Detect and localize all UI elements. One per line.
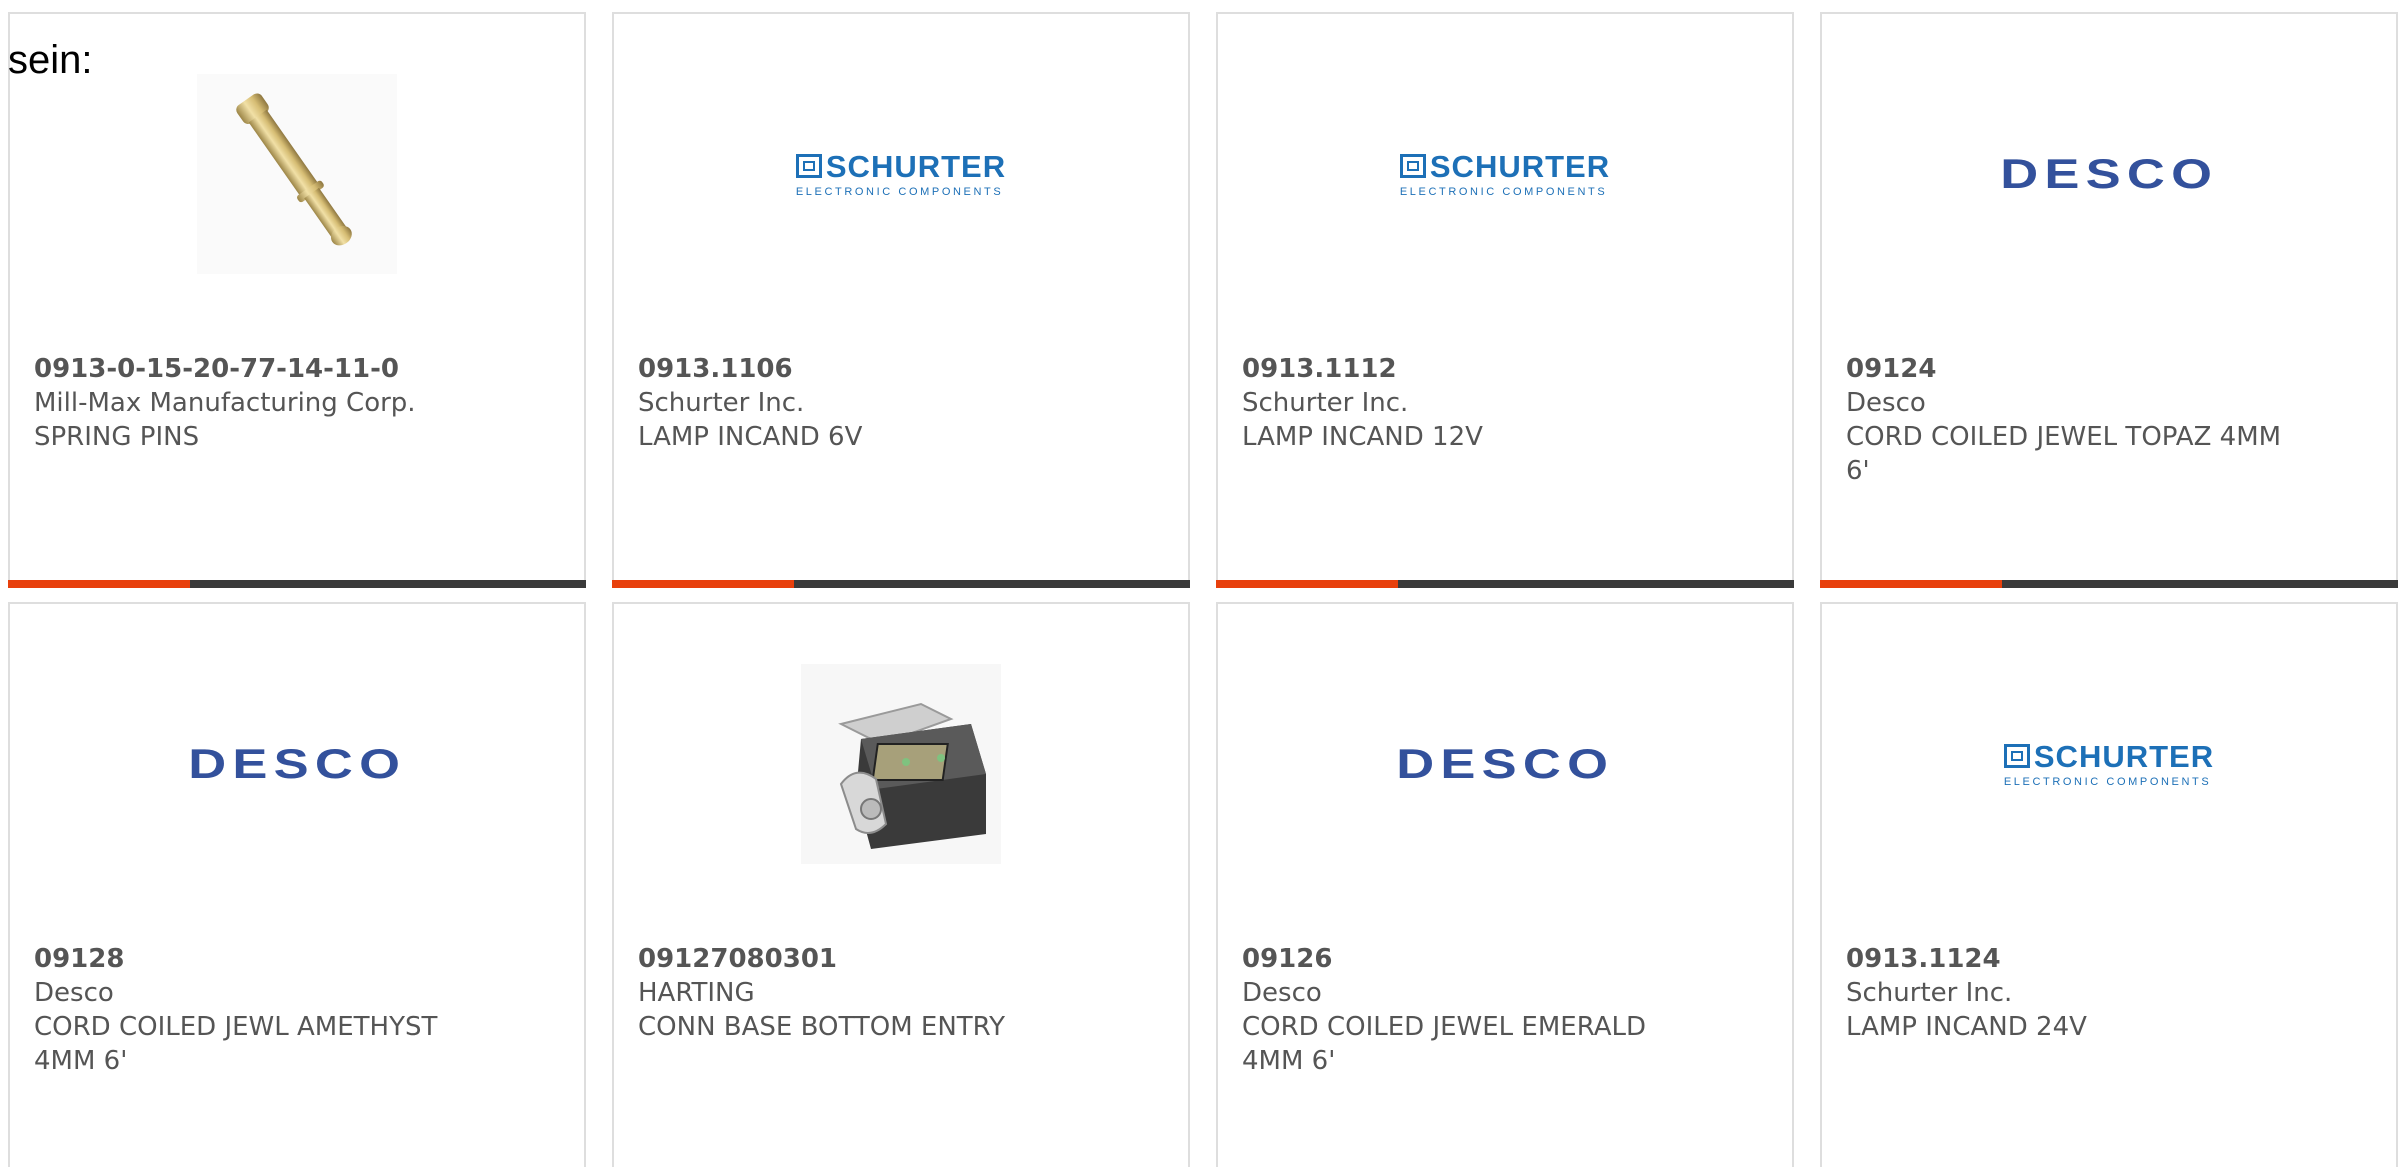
description: CONN BASE BOTTOM ENTRY: [638, 1012, 1005, 1042]
card-accent-bar: [1216, 580, 1398, 588]
connector-housing-image: [801, 664, 1001, 864]
manufacturer: Schurter Inc.: [1242, 388, 1409, 418]
product-image[interactable]: DESCO: [10, 664, 584, 864]
manufacturer: HARTING: [638, 978, 755, 1008]
card-footer-bar: [8, 580, 586, 588]
part-number[interactable]: 0913.1112: [1242, 352, 1768, 386]
product-card[interactable]: DESCO 09124 Desco CORD COILED JEWEL TOPA…: [1820, 12, 2398, 588]
manufacturer: Mill-Max Manufacturing Corp.: [34, 388, 416, 418]
desco-logo: DESCO: [1396, 740, 1614, 787]
schurter-mark-icon: [795, 154, 822, 178]
desco-logo: DESCO: [188, 740, 406, 787]
card-accent-bar: [8, 580, 190, 588]
product-meta: 09128 Desco CORD COILED JEWL AMETHYST 4M…: [34, 942, 560, 1078]
product-card[interactable]: SCHURTER ELECTRONIC COMPONENTS 0913.1112…: [1216, 12, 1794, 588]
product-meta: 0913.1124 Schurter Inc. LAMP INCAND 24V: [1846, 942, 2372, 1044]
part-number[interactable]: 0913-0-15-20-77-14-11-0: [34, 352, 560, 386]
product-meta: 09126 Desco CORD COILED JEWEL EMERALD 4M…: [1242, 942, 1768, 1078]
product-meta: 0913-0-15-20-77-14-11-0 Mill-Max Manufac…: [34, 352, 560, 454]
product-meta: 0913.1106 Schurter Inc. LAMP INCAND 6V: [638, 352, 1164, 454]
product-image[interactable]: DESCO: [1822, 74, 2396, 274]
product-meta: 0913.1112 Schurter Inc. LAMP INCAND 12V: [1242, 352, 1768, 454]
schurter-logo: SCHURTER ELECTRONIC COMPONENTS: [1399, 148, 1611, 198]
product-card[interactable]: SCHURTER ELECTRONIC COMPONENTS 0913.1124…: [1820, 602, 2398, 1167]
description: CORD COILED JEWEL TOPAZ 4MM 6': [1846, 422, 2282, 486]
schurter-logo: SCHURTER ELECTRONIC COMPONENTS: [2003, 738, 2215, 788]
description: SPRING PINS: [34, 422, 200, 452]
manufacturer: Schurter Inc.: [638, 388, 805, 418]
product-image[interactable]: [10, 74, 584, 274]
description: LAMP INCAND 24V: [1846, 1012, 2087, 1042]
part-number[interactable]: 09124: [1846, 352, 2372, 386]
part-number[interactable]: 0913.1124: [1846, 942, 2372, 976]
card-accent-bar: [1820, 580, 2002, 588]
description: CORD COILED JEWEL EMERALD 4MM 6': [1242, 1012, 1647, 1076]
product-card[interactable]: DESCO 09128 Desco CORD COILED JEWL AMETH…: [8, 602, 586, 1167]
product-meta: 09124 Desco CORD COILED JEWEL TOPAZ 4MM …: [1846, 352, 2372, 488]
desco-logo: DESCO: [2000, 150, 2218, 197]
spring-pin-image: [197, 74, 397, 274]
product-image[interactable]: DESCO: [1218, 664, 1792, 864]
product-card[interactable]: 0913-0-15-20-77-14-11-0 Mill-Max Manufac…: [8, 12, 586, 588]
product-image[interactable]: [614, 664, 1188, 864]
product-image[interactable]: SCHURTER ELECTRONIC COMPONENTS: [1218, 74, 1792, 274]
description: LAMP INCAND 6V: [638, 422, 863, 452]
manufacturer: Desco: [1242, 978, 1322, 1008]
schurter-logo: SCHURTER ELECTRONIC COMPONENTS: [795, 148, 1007, 198]
card-footer-bar: [1820, 580, 2398, 588]
intro-text: sein:: [8, 38, 93, 82]
card-accent-bar: [612, 580, 794, 588]
part-number[interactable]: 09126: [1242, 942, 1768, 976]
schurter-mark-icon: [2003, 744, 2030, 768]
part-number[interactable]: 09128: [34, 942, 560, 976]
product-card[interactable]: DESCO 09126 Desco CORD COILED JEWEL EMER…: [1216, 602, 1794, 1167]
schurter-mark-icon: [1399, 154, 1426, 178]
product-list-page: sein: 0913-0-15-20-77-14-11-0 Mill-Max M…: [0, 0, 2400, 1167]
description: CORD COILED JEWL AMETHYST 4MM 6': [34, 1012, 438, 1076]
product-meta: 09127080301 HARTING CONN BASE BOTTOM ENT…: [638, 942, 1164, 1044]
product-image[interactable]: SCHURTER ELECTRONIC COMPONENTS: [614, 74, 1188, 274]
part-number[interactable]: 0913.1106: [638, 352, 1164, 386]
product-card[interactable]: 09127080301 HARTING CONN BASE BOTTOM ENT…: [612, 602, 1190, 1167]
product-image[interactable]: SCHURTER ELECTRONIC COMPONENTS: [1822, 664, 2396, 864]
manufacturer: Desco: [34, 978, 114, 1008]
product-card[interactable]: SCHURTER ELECTRONIC COMPONENTS 0913.1106…: [612, 12, 1190, 588]
card-footer-bar: [1216, 580, 1794, 588]
description: LAMP INCAND 12V: [1242, 422, 1483, 452]
part-number[interactable]: 09127080301: [638, 942, 1164, 976]
manufacturer: Schurter Inc.: [1846, 978, 2013, 1008]
card-footer-bar: [612, 580, 1190, 588]
manufacturer: Desco: [1846, 388, 1926, 418]
